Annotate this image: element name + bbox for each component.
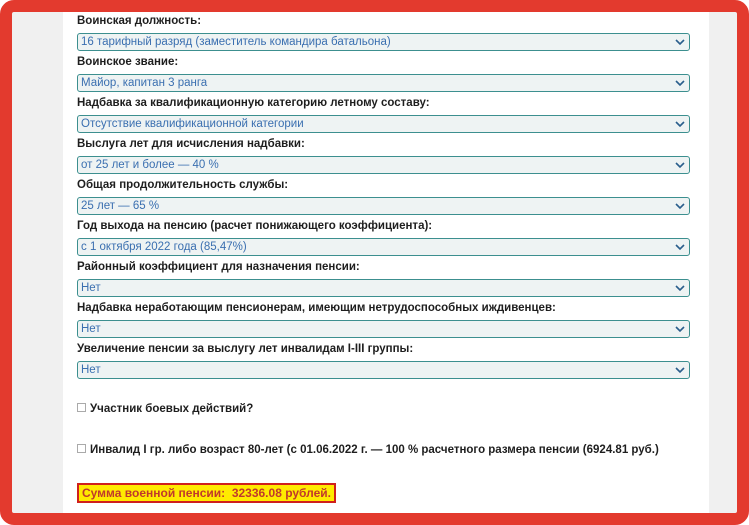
regional-coef-select[interactable]: Нет [77, 279, 690, 297]
position-select-value: 16 тарифный разряд (заместитель командир… [81, 36, 391, 48]
service-bonus-select-value: от 25 лет и более — 40 % [81, 159, 219, 171]
retirement-year-select-value: с 1 октября 2022 года (85,47%) [81, 241, 247, 253]
chevron-down-icon [675, 203, 685, 210]
chevron-down-icon [675, 121, 685, 128]
field-label-disability: Увеличение пенсии за выслугу лет инвалид… [77, 343, 414, 355]
field-label-regional-coef: Районный коэффициент для назначения пенс… [77, 261, 360, 273]
chevron-down-icon [675, 39, 685, 46]
chevron-down-icon [675, 326, 685, 333]
qualification-select[interactable]: Отсутствие квалификационной категории [77, 115, 690, 133]
combat-veteran-label: Участник боевых действий? [90, 403, 254, 415]
field-label-position: Воинская должность: [77, 15, 202, 27]
invalid-checkbox[interactable] [77, 444, 86, 454]
field-label-retirement-year: Год выхода на пенсию (расчет понижающего… [77, 220, 433, 232]
chevron-down-icon [675, 367, 685, 374]
invalid-label: Инвалид I гр. либо возраст 80-лет (с 01.… [90, 444, 659, 456]
position-select[interactable]: 16 тарифный разряд (заместитель командир… [77, 33, 690, 51]
invalid-row: Инвалид I гр. либо возраст 80-лет (с 01.… [77, 444, 659, 456]
total-service-select-value: 25 лет — 65 % [81, 200, 160, 212]
chevron-down-icon [675, 285, 685, 292]
chevron-down-icon [675, 162, 685, 169]
dependents-select[interactable]: Нет [77, 320, 690, 338]
retirement-year-select[interactable]: с 1 октября 2022 года (85,47%) [77, 238, 690, 256]
rank-select-value: Майор, капитан 3 ранга [81, 77, 208, 89]
field-label-qualification: Надбавка за квалификационную категорию л… [77, 97, 430, 109]
total-service-select[interactable]: 25 лет — 65 % [77, 197, 690, 215]
disability-select[interactable]: Нет [77, 361, 690, 379]
rank-select[interactable]: Майор, капитан 3 ранга [77, 74, 690, 92]
field-label-rank: Воинское звание: [77, 56, 179, 68]
field-label-service-bonus: Выслуга лет для исчисления надбавки: [77, 138, 305, 150]
pension-result: Сумма военной пенсии: 32336.08 рублей. [77, 483, 337, 503]
pension-result-label: Сумма военной пенсии: [82, 486, 226, 500]
regional-coef-select-value: Нет [81, 282, 101, 294]
chevron-down-icon [675, 244, 685, 251]
combat-veteran-row: Участник боевых действий? [77, 403, 253, 415]
dependents-select-value: Нет [81, 323, 101, 335]
disability-select-value: Нет [81, 364, 101, 376]
field-label-dependents: Надбавка неработающим пенсионерам, имеющ… [77, 302, 556, 314]
combat-veteran-checkbox[interactable] [77, 403, 86, 413]
chevron-down-icon [675, 80, 685, 87]
qualification-select-value: Отсутствие квалификационной категории [81, 118, 304, 130]
field-label-total-service: Общая продолжительность службы: [77, 179, 289, 191]
service-bonus-select[interactable]: от 25 лет и более — 40 % [77, 156, 690, 174]
pension-result-value: 32336.08 рублей. [231, 486, 332, 500]
